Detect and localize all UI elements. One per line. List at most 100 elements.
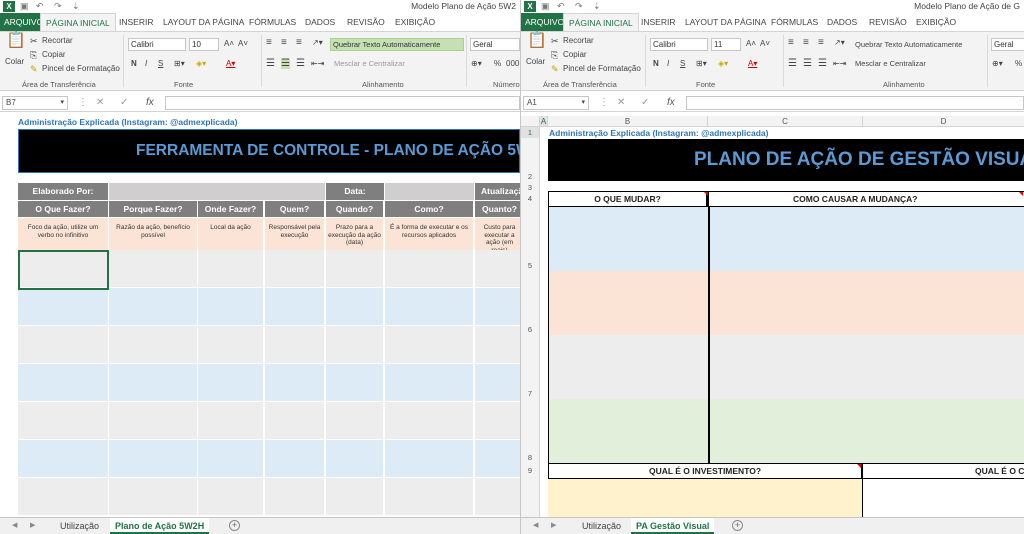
cut-button[interactable]: Recortar — [42, 36, 73, 46]
tab-review[interactable]: REVISÃO — [869, 13, 907, 31]
format-painter-button[interactable]: Pincel de Formatação — [42, 64, 120, 74]
formula-input[interactable] — [165, 96, 520, 110]
tab-review[interactable]: REVISÃO — [347, 13, 385, 31]
copy-button[interactable]: Copiar — [42, 50, 66, 60]
align-top-icon[interactable]: ≡ — [788, 38, 794, 48]
table-cell[interactable] — [109, 288, 197, 325]
table-cell[interactable] — [326, 250, 383, 287]
row-header-6[interactable]: 6 — [521, 271, 540, 335]
align-bottom-icon[interactable]: ≡ — [818, 38, 824, 48]
align-right-icon[interactable]: ☰ — [818, 59, 827, 69]
elaborado-value[interactable] — [109, 183, 325, 200]
tab-view[interactable]: EXIBIÇÃO — [916, 13, 956, 31]
enter-icon[interactable]: ✓ — [120, 96, 128, 110]
sheet-tab-utilizacao[interactable]: Utilização — [577, 518, 626, 534]
formula-input[interactable] — [686, 96, 1024, 110]
column-header-d[interactable]: D — [863, 116, 1024, 127]
tab-home[interactable]: PÁGINA INICIAL — [563, 13, 639, 31]
tab-insert[interactable]: INSERIR — [119, 13, 153, 31]
select-all-corner[interactable] — [521, 116, 540, 127]
paste-button[interactable]: Colar — [5, 57, 24, 67]
row-header-9[interactable]: 9 — [521, 463, 540, 479]
name-box[interactable]: B7 ▾ — [2, 96, 68, 110]
table-cell[interactable] — [198, 440, 263, 477]
insert-function-icon[interactable]: fx — [146, 96, 154, 110]
bold-button[interactable]: N — [131, 59, 137, 69]
cancel-icon[interactable]: ✕ — [617, 96, 625, 110]
shrink-font-icon[interactable]: A˅ — [238, 39, 248, 49]
column-header-b[interactable]: B — [548, 116, 708, 127]
row-green[interactable] — [548, 399, 1024, 463]
table-cell[interactable] — [198, 402, 263, 439]
font-color-icon[interactable]: A▾ — [226, 59, 235, 69]
table-cell[interactable] — [326, 478, 383, 515]
font-size-select[interactable]: 10 — [189, 38, 219, 51]
add-sheet-icon[interactable]: + — [732, 520, 743, 531]
tab-page-layout[interactable]: LAYOUT DA PÁGINA — [685, 13, 766, 31]
table-cell[interactable] — [265, 402, 324, 439]
table-cell[interactable] — [18, 364, 108, 401]
table-cell[interactable] — [109, 364, 197, 401]
qat-dropdown-icon[interactable]: ⇣ — [72, 0, 80, 13]
name-box[interactable]: A1 ▾ — [523, 96, 589, 110]
shrink-font-icon[interactable]: A˅ — [760, 39, 770, 49]
table-cell[interactable] — [265, 440, 324, 477]
table-cell[interactable] — [198, 288, 263, 325]
paste-icon[interactable]: 📋 — [527, 33, 547, 54]
fill-color-icon[interactable]: ◈▾ — [718, 59, 728, 69]
table-cell[interactable] — [198, 478, 263, 515]
tab-data[interactable]: DADOS — [305, 13, 335, 31]
next-sheet-icon[interactable]: ▶ — [551, 521, 556, 529]
qat-dropdown-icon[interactable]: ⇣ — [593, 0, 601, 13]
table-cell[interactable] — [265, 364, 324, 401]
worksheet-grid[interactable]: Administração Explicada (Instagram: @adm… — [0, 116, 520, 517]
table-cell[interactable] — [18, 326, 108, 363]
table-cell[interactable] — [18, 478, 108, 515]
table-cell[interactable] — [18, 440, 108, 477]
instagram-link[interactable]: Administração Explicada (Instagram: @adm… — [549, 128, 849, 138]
number-format-select[interactable]: Geral — [470, 38, 520, 51]
table-cell[interactable] — [18, 402, 108, 439]
format-painter-button[interactable]: Pincel de Formatação — [563, 64, 641, 74]
table-cell[interactable] — [109, 440, 197, 477]
fourth-body[interactable] — [862, 479, 1024, 517]
prev-sheet-icon[interactable]: ◀ — [12, 521, 17, 529]
sheet-tab-utilizacao[interactable]: Utilização — [55, 518, 104, 534]
save-icon[interactable]: ▣ — [20, 0, 29, 13]
instagram-link[interactable]: Administração Explicada (Instagram: @adm… — [18, 116, 338, 128]
table-cell[interactable] — [475, 326, 520, 363]
column-header-c[interactable]: C — [708, 116, 863, 127]
table-cell[interactable] — [198, 364, 263, 401]
tab-data[interactable]: DADOS — [827, 13, 857, 31]
tab-file[interactable]: ARQUIVO — [521, 13, 569, 31]
table-cell[interactable] — [385, 440, 473, 477]
column-header-a[interactable]: A — [540, 116, 548, 127]
undo-icon[interactable]: ↶ — [36, 0, 44, 13]
cut-button[interactable]: Recortar — [563, 36, 594, 46]
prev-sheet-icon[interactable]: ◀ — [533, 521, 538, 529]
wrap-text-button[interactable]: Quebrar Texto Automaticamente — [330, 38, 464, 51]
underline-button[interactable]: S — [680, 59, 685, 69]
font-color-icon[interactable]: A▾ — [748, 59, 757, 69]
align-left-icon[interactable]: ☰ — [266, 59, 275, 69]
row-peach[interactable] — [548, 271, 1024, 335]
table-cell[interactable] — [385, 326, 473, 363]
orientation-icon[interactable]: ↗▾ — [312, 38, 323, 48]
percent-button[interactable]: % — [494, 59, 501, 69]
sheet-tab-pa-gestao-visual[interactable]: PA Gestão Visual — [631, 518, 715, 534]
table-cell[interactable] — [109, 402, 197, 439]
table-cell[interactable] — [475, 250, 520, 287]
fill-color-icon[interactable]: ◈▾ — [196, 59, 206, 69]
insert-function-icon[interactable]: fx — [667, 96, 675, 110]
table-cell[interactable] — [109, 326, 197, 363]
grow-font-icon[interactable]: A˄ — [746, 39, 756, 49]
align-bottom-icon[interactable]: ≡ — [296, 38, 302, 48]
currency-icon[interactable]: ⊕▾ — [471, 59, 482, 69]
next-sheet-icon[interactable]: ▶ — [30, 521, 35, 529]
table-cell[interactable] — [385, 402, 473, 439]
currency-icon[interactable]: ⊕▾ — [992, 59, 1003, 69]
table-cell[interactable] — [265, 326, 324, 363]
align-center-icon[interactable]: ☰ — [803, 59, 812, 69]
row-header-7[interactable]: 7 — [521, 335, 540, 399]
selected-cell-b7[interactable] — [18, 250, 109, 290]
